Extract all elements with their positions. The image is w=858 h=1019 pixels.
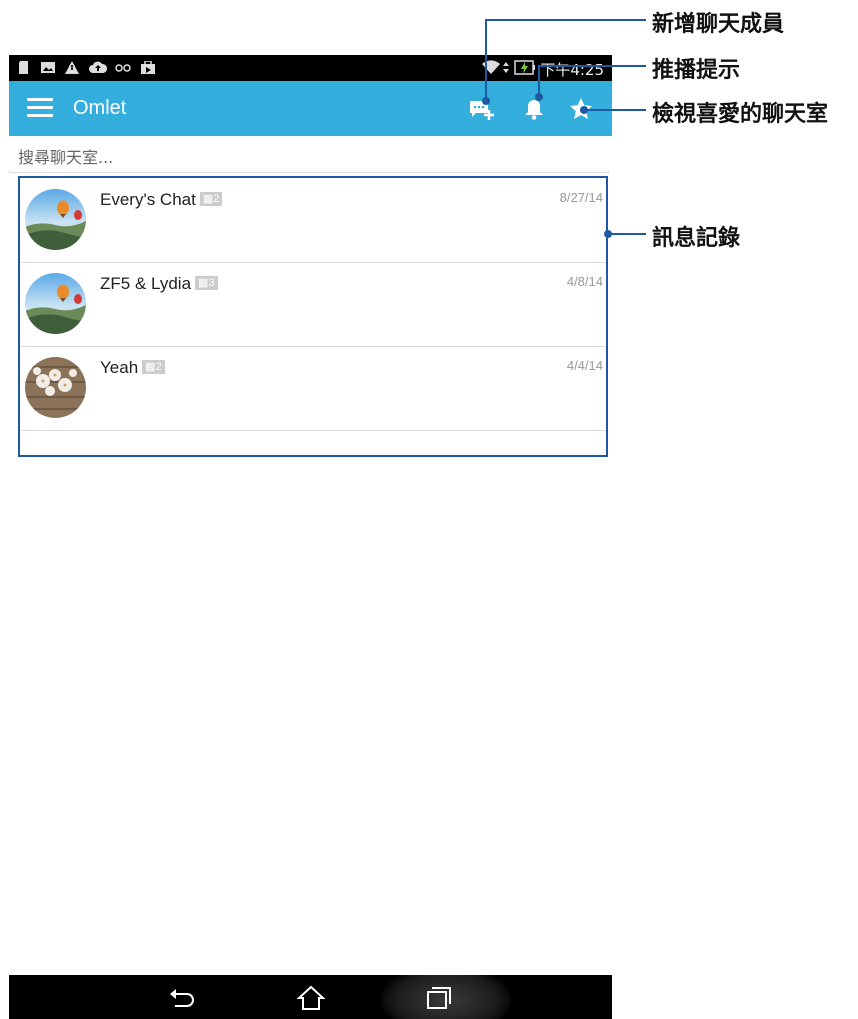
chat-row[interactable]: ZF5 & Lydia ▩3 4/8/14 [20,262,606,347]
status-time: 下午4:25 [540,61,604,79]
action-bar: Omlet [9,81,612,136]
flowers-on-wood-image [25,357,86,418]
chat-date: 8/27/14 [559,190,603,205]
bell-icon[interactable] [521,96,547,122]
voicemail-icon [115,64,131,72]
chat-name: ZF5 & Lydia ▩3 [100,274,218,294]
menu-icon[interactable] [27,93,53,123]
chat-name-text: Yeah [100,358,139,377]
chat-avatar [25,273,86,334]
chat-row[interactable]: Yeah ▩2 4/4/14 [20,346,606,431]
balloon-landscape-image [25,273,86,334]
navigation-bar [9,975,612,1019]
member-count-badge: ▩2 [142,359,165,374]
chat-name-text: ZF5 & Lydia [100,274,192,293]
balloon-landscape-image [25,189,86,250]
member-count-badge: ▩2 [199,191,223,206]
battery-charging-icon [514,60,535,75]
chat-date: 4/8/14 [566,274,603,289]
callout-add-member: 新增聊天成員 [652,12,785,37]
callout-favorites: 檢視喜愛的聊天室 [652,102,829,127]
member-count: 2 [213,192,220,205]
search-bar [9,141,609,173]
chat-name: Yeah ▩2 [100,358,165,378]
callout-notifications: 推播提示 [652,58,741,83]
search-underline [9,170,609,173]
chat-row[interactable]: Every's Chat ▩2 8/27/14 [20,178,606,263]
data-arrows-icon [503,62,509,73]
cloud-upload-icon [89,61,107,73]
callout-history: 訊息記錄 [652,226,741,251]
back-icon[interactable] [167,985,197,1011]
chat-list: Every's Chat ▩2 8/27/14 ZF5 & Lydia ▩3 4/8… [18,176,608,457]
star-icon[interactable] [568,96,594,122]
member-count-badge: ▩3 [195,275,218,290]
search-input[interactable] [18,145,598,169]
chat-avatar [25,189,86,250]
status-bar: 下午4:25 [9,55,612,81]
chat-avatar [25,357,86,418]
home-icon[interactable] [296,985,326,1011]
chat-name: Every's Chat ▩2 [100,190,223,210]
shopping-bag-icon [141,61,155,74]
image-icon [41,62,55,73]
chat-date: 4/4/14 [566,358,603,373]
app-title: Omlet [73,97,127,119]
member-count: 3 [208,276,215,289]
chat-name-text: Every's Chat [100,190,196,209]
warning-icon [65,61,79,74]
member-count: 2 [155,360,162,373]
add-chat-member-icon[interactable] [468,96,496,122]
recent-apps-icon[interactable] [424,985,454,1011]
wifi-icon [482,60,500,74]
sd-card-icon [19,61,28,74]
